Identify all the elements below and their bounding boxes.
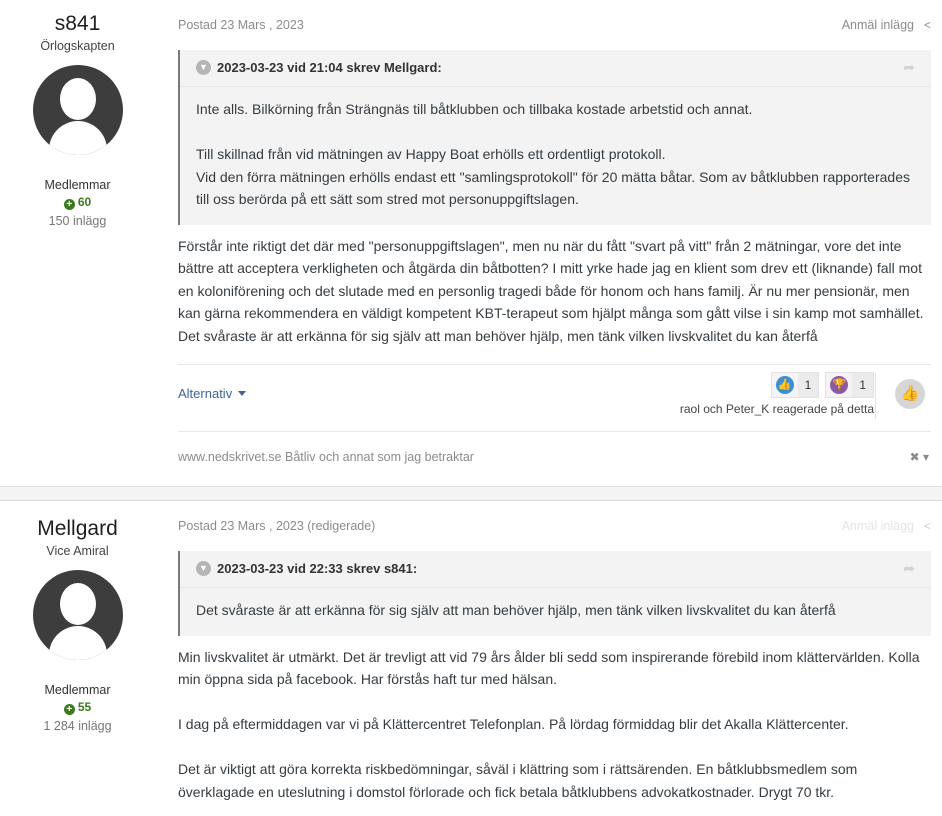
body-line: Det är viktigt att göra korrekta riskbed…: [178, 761, 858, 777]
quote-link-icon[interactable]: ➦: [903, 560, 915, 577]
post-date[interactable]: Postad 23 Mars , 2023 (redigerade): [178, 519, 375, 533]
quote-header: ▼ 2023-03-23 vid 22:33 skrev s841: ➦: [180, 551, 931, 588]
trophy-icon: 🏆: [830, 375, 849, 394]
author-group: Medlemmar: [44, 683, 111, 697]
chevron-down-icon[interactable]: ▼: [196, 561, 211, 576]
report-label[interactable]: Anmäl inlägg: [842, 18, 914, 32]
post-body: Förstår inte riktigt det där med "person…: [178, 235, 931, 351]
plus-icon: +: [63, 199, 75, 210]
quote-line: Till skillnad från vid mätningen av Happ…: [196, 146, 666, 162]
reaction-trophy[interactable]: 🏆 1: [825, 371, 874, 398]
caret-down-icon: [238, 390, 247, 396]
reaction-like[interactable]: 👍 1: [770, 371, 820, 398]
reaction-count: 1: [797, 372, 819, 397]
quote-line: Vid den förra mätningen erhölls endast e…: [196, 168, 910, 185]
quote-line: Det svåraste är att erkänna för sig själ…: [196, 602, 836, 618]
share-icon[interactable]: <: [924, 18, 931, 32]
author-rank: Örlogskapten: [40, 39, 115, 53]
body-line: Min livskvalitet är utmärkt. Det är trev…: [178, 648, 920, 665]
reacted-by[interactable]: raol och Peter_K reagerade på detta: [680, 402, 874, 416]
quote-body: Inte alls. Bilkörning från Strängnäs til…: [180, 87, 931, 225]
quote-line: Inte alls. Bilkörning från Strängnäs til…: [196, 101, 753, 117]
post: Mellgard Vice Amiral Medlemmar +55 1 284…: [0, 501, 942, 816]
quote-line: till oss berörda på ett sätt som stred m…: [196, 191, 579, 207]
options-label[interactable]: Alternativ: [178, 386, 232, 401]
reputation-badge: +55: [0, 700, 155, 715]
quote-citation: 2023-03-23 vid 21:04 skrev Mellgard:: [217, 60, 442, 75]
body-line: Det svåraste är att erkänna för sig själ…: [178, 327, 818, 344]
options-menu[interactable]: Alternativ: [178, 386, 247, 401]
author-name[interactable]: Mellgard: [0, 515, 155, 543]
post-count: 150 inlägg: [48, 214, 107, 228]
like-icon: 👍: [775, 375, 794, 394]
avatar[interactable]: [32, 570, 123, 660]
quote-body: Det svåraste är att erkänna för sig själ…: [180, 588, 931, 636]
signature: www.nedskrivet.se Båtliv och annat som j…: [178, 432, 931, 484]
post-controls: Alternativ 👍 1 🏆 1 raol och Peter_K reagera…: [178, 365, 931, 431]
quote-header: ▼ 2023-03-23 vid 21:04 skrev Mellgard: ➦: [180, 50, 931, 87]
post-separator: [0, 486, 942, 501]
post-content: Postad 23 Mars , 2023 (redigerade) Anmäl…: [178, 501, 931, 803]
body-line: bättre att acceptera verkligheten och åt…: [178, 260, 922, 276]
report-post-link[interactable]: Anmäl inlägg <: [842, 18, 931, 32]
report-label[interactable]: Anmäl inlägg: [842, 519, 914, 533]
post-count: 1 284 inlägg: [43, 719, 112, 733]
quote-link-icon[interactable]: ➦: [903, 59, 915, 76]
author-name[interactable]: s841: [0, 10, 155, 38]
body-line: min öppna sida på facebook. Har förstås …: [178, 671, 557, 687]
quote-citation: 2023-03-23 vid 22:33 skrev s841:: [217, 561, 418, 576]
author-rank: Vice Amiral: [46, 544, 109, 558]
divider: [875, 372, 876, 419]
post: s841 Örlogskapten Medlemmar +60 150 inlä…: [0, 0, 942, 486]
reputation-value: 55: [77, 700, 92, 714]
reaction-summary: 👍 1 🏆 1: [765, 371, 874, 398]
post-date[interactable]: Postad 23 Mars , 2023: [178, 18, 304, 32]
plus-icon: +: [63, 704, 75, 715]
body-line: överklagade en uteslutning i domstol för…: [178, 783, 835, 800]
body-line: I dag på eftermiddagen var vi på Klätter…: [178, 716, 849, 732]
signature-text[interactable]: www.nedskrivet.se Båtliv och annat som j…: [178, 450, 474, 464]
share-icon[interactable]: <: [924, 519, 931, 533]
post-content: Postad 23 Mars , 2023 Anmäl inlägg < ▼ 20…: [178, 0, 931, 484]
reaction-count: 1: [852, 372, 873, 397]
post-meta: Postad 23 Mars , 2023 (redigerade) Anmäl…: [178, 501, 931, 551]
quote-line: [196, 121, 915, 144]
author-panel: Mellgard Vice Amiral Medlemmar +55 1 284…: [0, 515, 155, 733]
body-line: kan gärna rekommendera en väldigt kompet…: [178, 305, 924, 321]
report-post-link[interactable]: Anmäl inlägg <: [842, 519, 931, 533]
post-meta: Postad 23 Mars , 2023 Anmäl inlägg <: [178, 0, 931, 50]
reputation-value: 60: [77, 195, 92, 209]
author-panel: s841 Örlogskapten Medlemmar +60 150 inlä…: [0, 10, 155, 228]
body-line: en koloniförening och det slutade med en…: [178, 282, 910, 299]
avatar[interactable]: [32, 65, 123, 155]
react-button[interactable]: 👍: [895, 378, 925, 409]
reputation-badge: +60: [0, 195, 155, 210]
chevron-down-icon[interactable]: ▼: [196, 60, 211, 75]
body-line: [178, 691, 931, 714]
quote-block: ▼ 2023-03-23 vid 22:33 skrev s841: ➦ Det…: [178, 551, 931, 636]
body-line: Förstår inte riktigt det där med "person…: [178, 237, 902, 254]
post-body: Min livskvalitet är utmärkt. Det är trev…: [178, 646, 931, 804]
quote-block: ▼ 2023-03-23 vid 21:04 skrev Mellgard: ➦…: [178, 50, 931, 225]
author-group: Medlemmar: [44, 178, 111, 192]
signature-hide-icon[interactable]: ✖ ▾: [910, 450, 929, 464]
body-line: [178, 736, 931, 759]
